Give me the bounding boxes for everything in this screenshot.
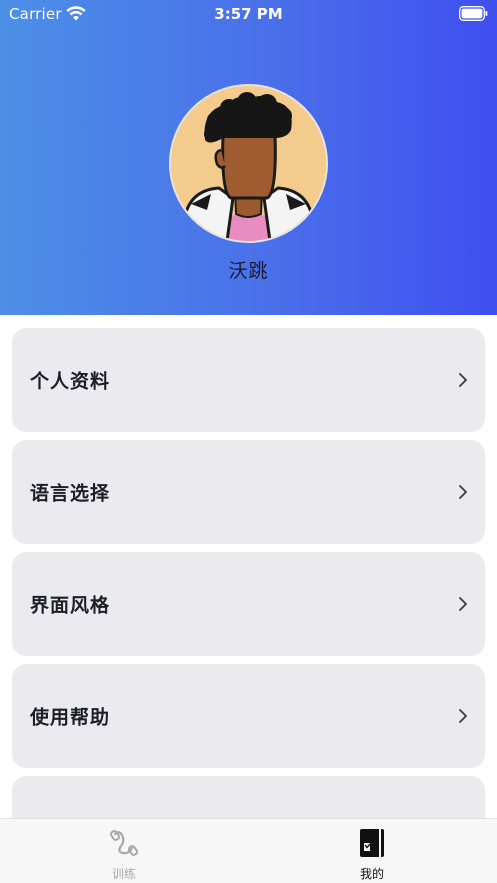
avatar-illustration [171,86,326,241]
avatar[interactable] [169,84,328,243]
menu-item-theme[interactable]: 界面风格 [12,552,485,656]
notebook-icon [360,829,384,857]
status-bar: Carrier 3:57 PM [0,0,497,28]
tab-training-label: 训练 [111,867,136,881]
menu-item-profile[interactable]: 个人资料 [12,328,485,432]
profile-header: Carrier 3:57 PM 沃跳 [0,0,497,315]
tab-training[interactable]: 训练 [64,819,184,883]
menu-item-label: 语言选择 [30,482,111,505]
username: 沃跳 [228,260,269,282]
tab-mine[interactable]: 我的 [312,819,432,883]
jump-rope-icon [109,830,139,856]
screen: Carrier 3:57 PM 沃跳 个人资料 语言选择 界面风格 使用帮助 训… [0,0,497,883]
battery-icon [459,6,488,21]
menu-item-help[interactable]: 使用帮助 [12,664,485,768]
menu-item-label: 使用帮助 [30,706,111,729]
menu-item-label: 个人资料 [30,370,111,393]
menu-item-language[interactable]: 语言选择 [12,440,485,544]
tab-mine-label: 我的 [359,867,384,881]
chevron-right-icon [459,485,467,499]
clock: 3:57 PM [214,5,283,23]
chevron-right-icon [459,597,467,611]
menu-item-label: 界面风格 [30,594,111,617]
tab-bar: 训练 我的 [0,818,497,883]
chevron-right-icon [459,709,467,723]
chevron-right-icon [459,373,467,387]
